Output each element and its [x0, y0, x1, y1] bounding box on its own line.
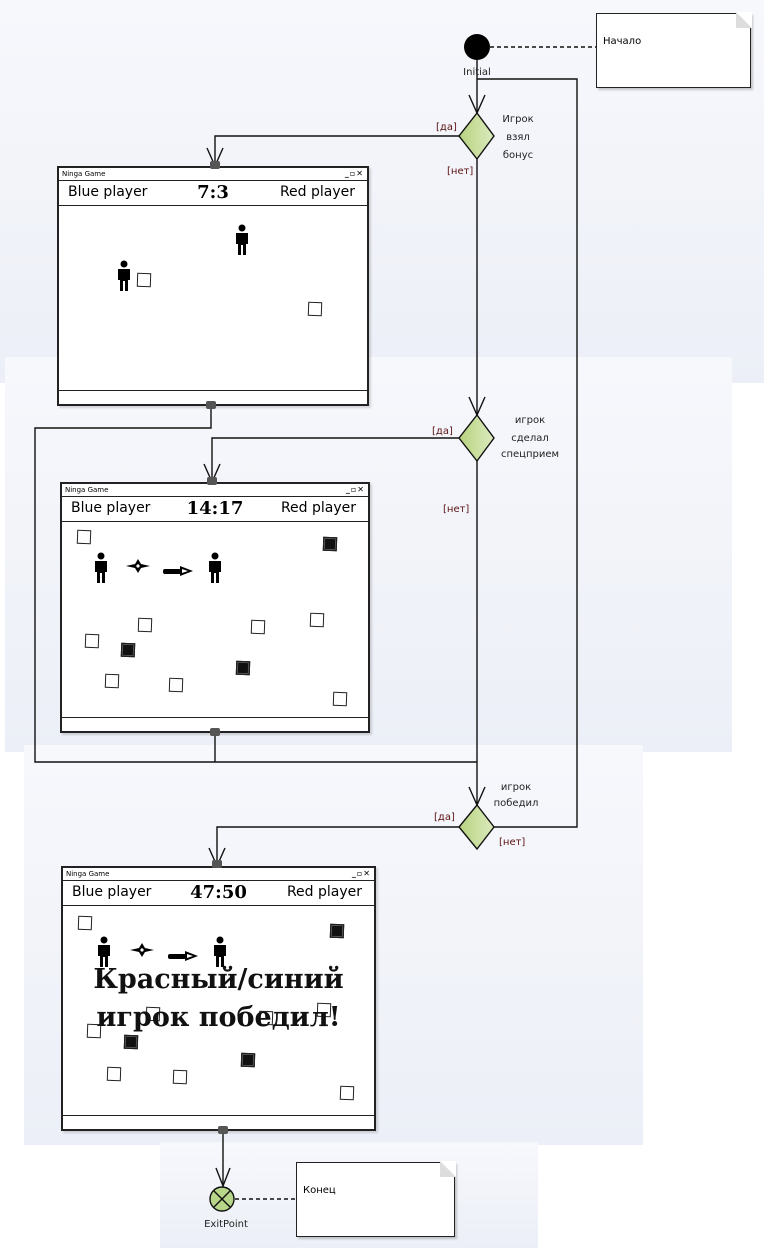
bonus-box-icon [84, 633, 100, 649]
game-window-2[interactable]: Ninga Game _▫✕ Blue player 14:17 Red play… [60, 482, 370, 733]
winner-message-line-2: игрок победил! [96, 1002, 341, 1033]
bonus-box-icon [339, 1085, 355, 1101]
decision-1-line-1: Игрок [502, 114, 533, 125]
note-fold-icon [440, 1161, 456, 1177]
bonus-box-icon [137, 617, 153, 633]
window-controls[interactable]: _▫✕ [345, 168, 364, 180]
bonus-box-icon [168, 677, 184, 693]
blue-player-label: Blue player [68, 184, 148, 200]
port [210, 161, 220, 169]
shuriken-icon [126, 558, 150, 577]
trap-box-icon [329, 923, 345, 939]
bonus-box-icon [309, 612, 325, 628]
red-player-label: Red player [280, 500, 356, 516]
decision-3-line-1: игрок [501, 782, 531, 793]
decision-2-line-1: игрок [515, 415, 545, 426]
bonus-box-icon [307, 301, 323, 317]
decision-special-move[interactable] [458, 413, 495, 463]
game-window-3[interactable]: Ninga Game _▫✕ Blue player 47:50 Red play… [61, 866, 376, 1131]
decision-3-yes: [да] [434, 812, 455, 823]
decision-1-yes: [да] [436, 122, 457, 133]
decision-1-no: [нет] [447, 166, 473, 177]
shuriken-icon [130, 942, 154, 961]
decision-3-no: [нет] [499, 837, 525, 848]
winner-message: Красный/синий игрок победил! [63, 961, 374, 1037]
bonus-box-icon [332, 691, 348, 707]
decision-player-won[interactable] [458, 803, 495, 851]
decision-1-line-3: бонус [503, 150, 533, 161]
window-title: Ninga Game [66, 870, 110, 878]
decision-2-no: [нет] [443, 504, 469, 515]
bonus-box-icon [172, 1069, 188, 1085]
bonus-box-icon [104, 673, 120, 689]
decision-bonus[interactable] [458, 111, 495, 161]
player-icon [115, 260, 133, 295]
red-player-label: Red player [286, 884, 362, 900]
exit-node[interactable] [209, 1186, 235, 1212]
bonus-box-icon [77, 915, 93, 931]
note-end[interactable]: Конец [296, 1161, 456, 1237]
decision-1-line-2: взял [506, 132, 530, 143]
score: 14:17 [186, 498, 244, 519]
player-icon [92, 552, 110, 587]
arrow-icon [163, 561, 193, 580]
trap-box-icon [240, 1052, 256, 1068]
decision-2-line-3: спецприем [501, 449, 559, 460]
blue-player-label: Blue player [72, 884, 152, 900]
trap-box-icon [322, 536, 338, 552]
bonus-box-icon [136, 272, 152, 288]
blue-player-label: Blue player [71, 500, 151, 516]
trap-box-icon [235, 660, 251, 676]
game-window-1[interactable]: Ninga Game _▫✕ Blue player 7:3 Red player [57, 166, 369, 406]
decision-3-line-2: победил [494, 798, 539, 809]
note-end-text: Конец [303, 1185, 336, 1196]
port [207, 477, 217, 485]
decision-2-yes: [да] [432, 426, 453, 437]
window-title: Ninga Game [62, 170, 106, 178]
bonus-box-icon [76, 529, 92, 545]
score: 47:50 [190, 882, 247, 903]
window-title: Ninga Game [65, 486, 109, 494]
port [212, 860, 222, 868]
window-controls[interactable]: _▫✕ [352, 868, 371, 880]
note-fold-icon [736, 12, 752, 28]
window-controls[interactable]: _▫✕ [346, 484, 365, 496]
port [206, 401, 216, 409]
winner-message-line-1: Красный/синий [93, 964, 344, 995]
red-player-label: Red player [279, 184, 355, 200]
score: 7:3 [197, 182, 229, 203]
player-icon [206, 552, 224, 587]
bonus-box-icon [106, 1066, 122, 1082]
initial-node[interactable] [464, 34, 490, 60]
note-start[interactable]: Начало [596, 12, 752, 88]
port [210, 728, 220, 736]
bonus-box-icon [250, 619, 266, 635]
exit-label: ExitPoint [204, 1219, 248, 1230]
initial-label: Initial [463, 67, 491, 78]
decision-2-line-2: сделал [511, 433, 548, 444]
port [218, 1126, 228, 1134]
note-start-text: Начало [603, 36, 642, 47]
player-icon [233, 224, 251, 259]
trap-box-icon [120, 642, 136, 658]
